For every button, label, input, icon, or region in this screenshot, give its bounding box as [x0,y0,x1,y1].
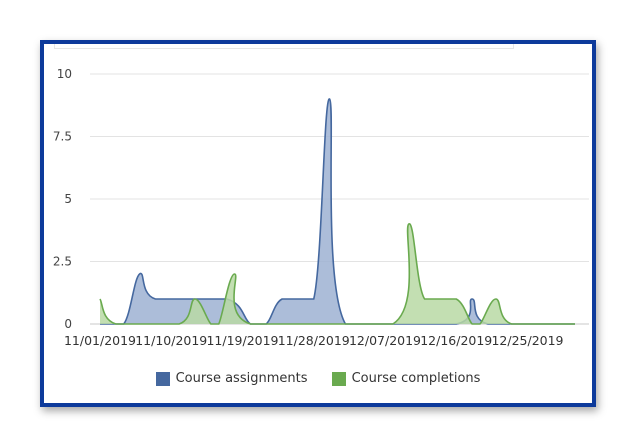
legend-item-assignments[interactable]: Course assignments [155,371,308,386]
chart-legend: Course assignments Course completions [44,371,592,390]
y-tick-label: 0 [64,317,72,331]
x-tick-label: 12/07/2019 [349,333,421,348]
y-tick-label: 5 [64,192,72,206]
x-tick-label: 12/25/2019 [491,333,563,348]
legend-item-completions[interactable]: Course completions [331,371,481,386]
legend-label-assignments: Course assignments [175,371,308,386]
y-tick-label: 10 [57,67,72,81]
legend-swatch-assignments [155,371,170,386]
legend-swatch-completions [331,371,346,386]
y-tick-label: 2.5 [53,255,72,269]
series-area-assignments [100,98,575,324]
x-tick-label: 12/16/2019 [420,333,492,348]
legend-label-completions: Course completions [351,371,481,386]
series-line-assignments [100,98,575,325]
y-tick-label: 7.5 [53,130,72,144]
x-tick-label: 11/28/2019 [278,333,350,348]
area-chart: 0 2.5 5 7.5 10 11/01/2019 11/10/2019 11/19/2019… [53,67,589,348]
chart-panel: 0 2.5 5 7.5 10 11/01/2019 11/10/2019 11/19/2019… [40,40,596,407]
x-tick-label: 11/01/2019 [64,333,136,348]
x-tick-label: 11/19/2019 [206,333,278,348]
x-tick-label: 11/10/2019 [135,333,207,348]
